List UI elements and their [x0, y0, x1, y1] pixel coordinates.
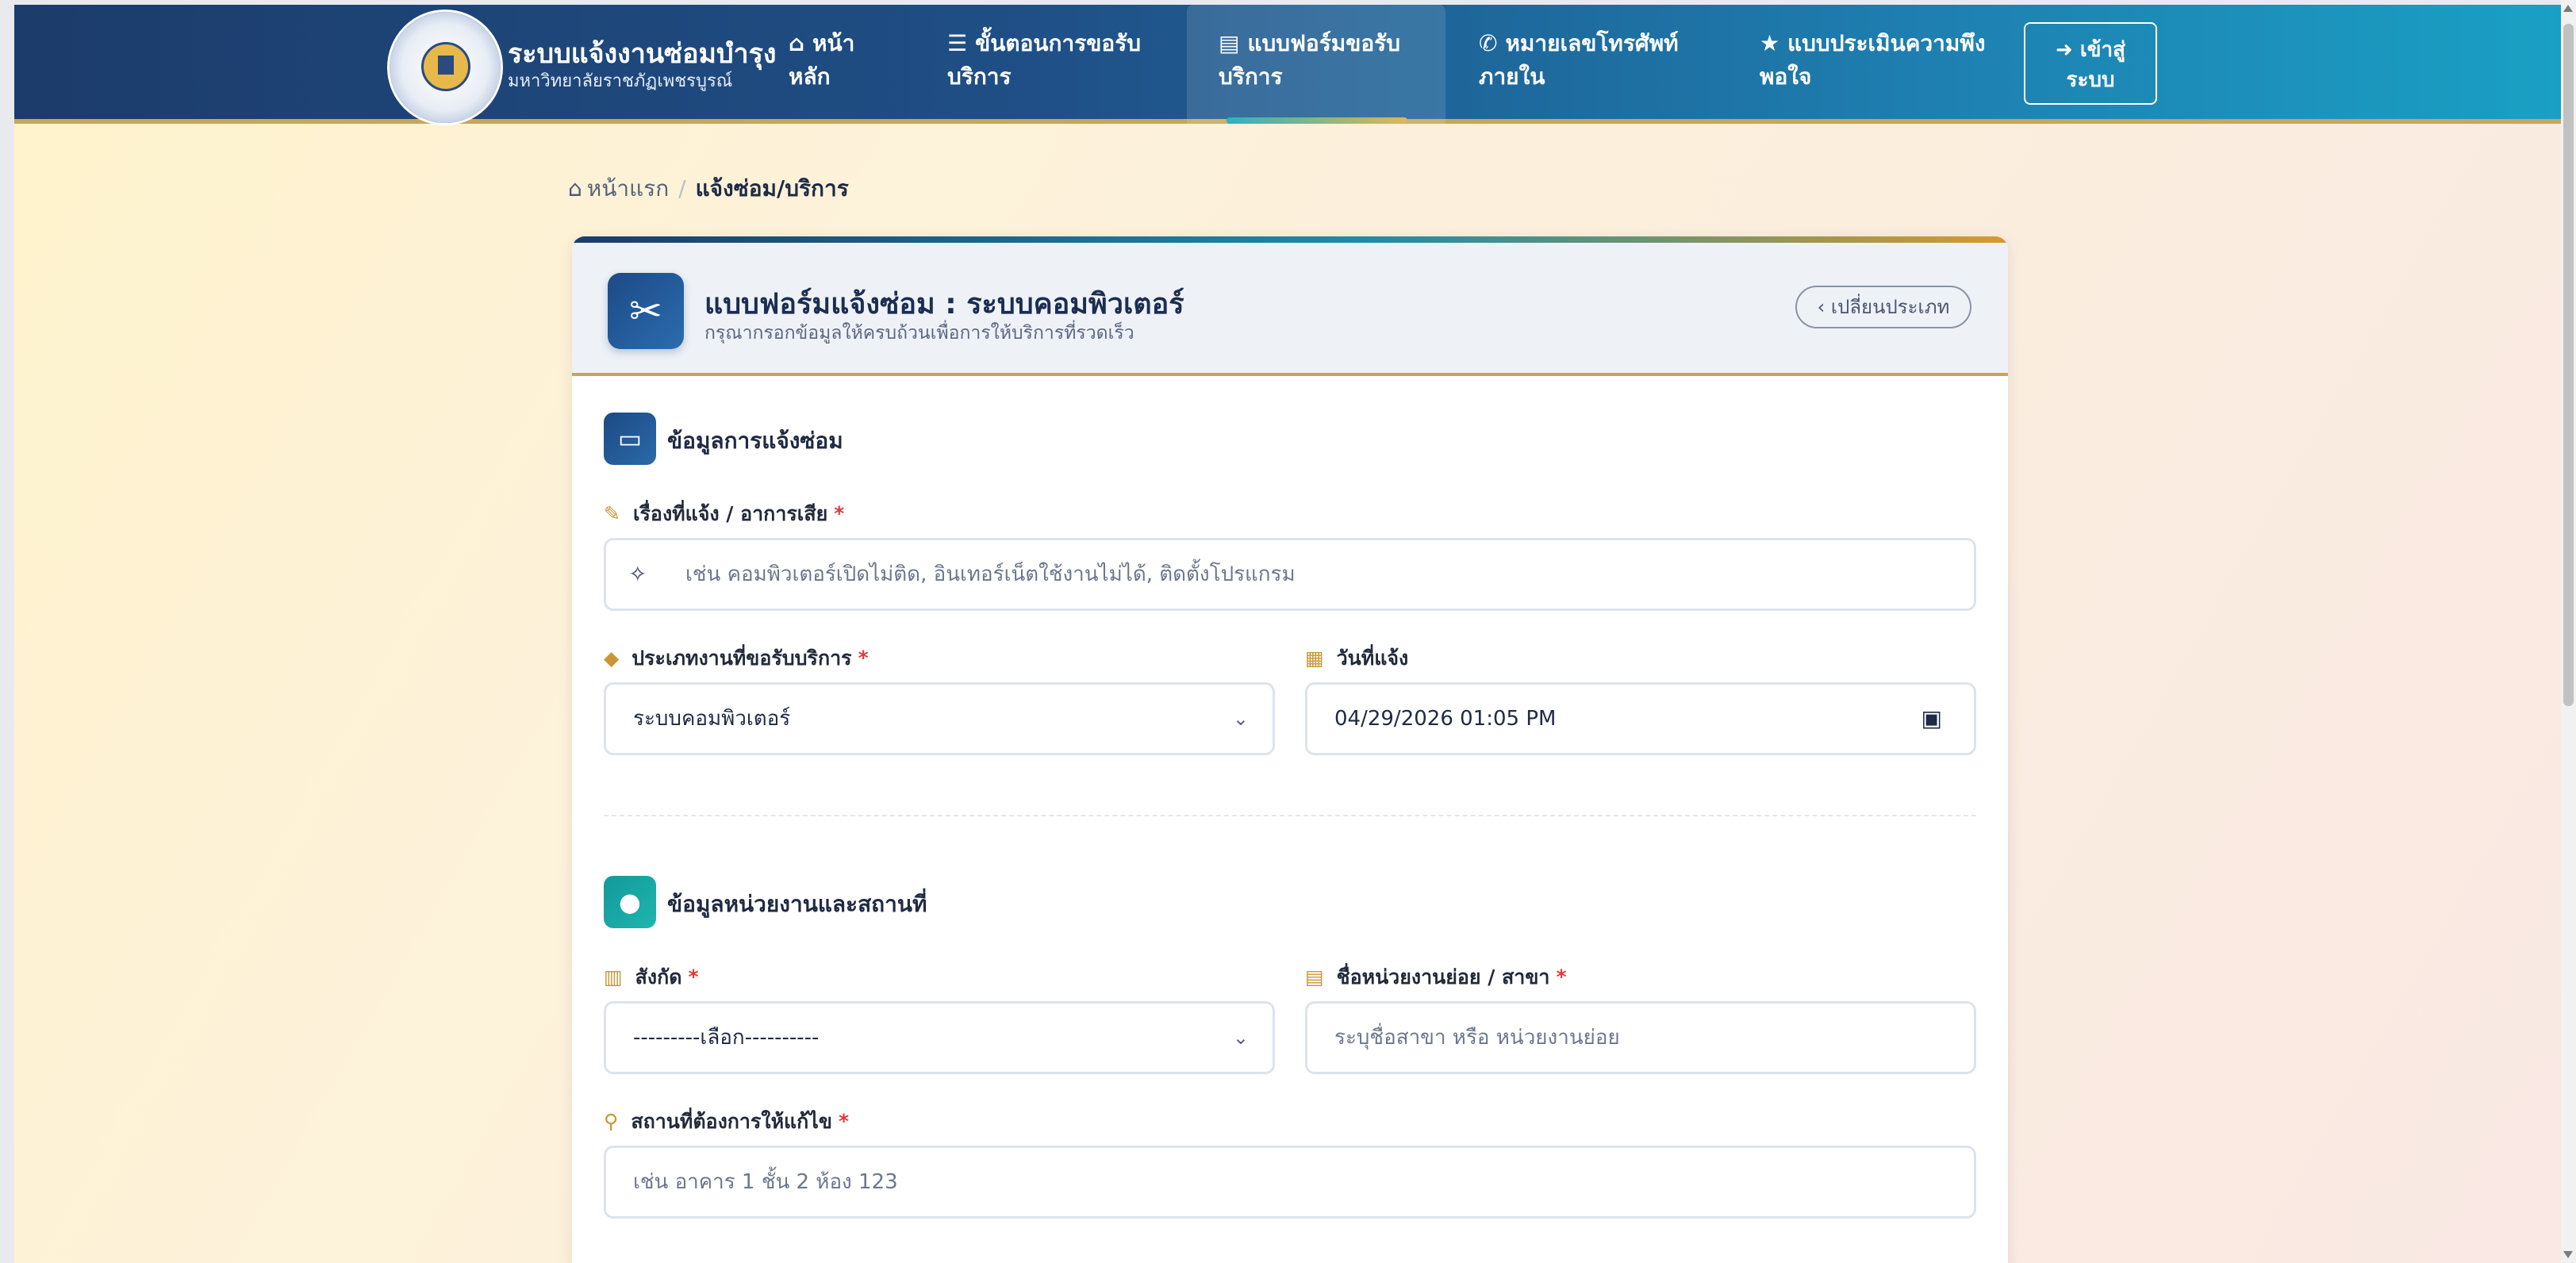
issue-placeholder: เช่น คอมพิวเตอร์เปิดไม่ติด, อินเทอร์เน็ต… — [685, 562, 1296, 586]
nav-item-label: พอใจ — [1760, 63, 1812, 90]
breadcrumb: ⌂ หน้าแรก / แจ้งซ่อม/บริการ — [568, 171, 849, 206]
report-date-label-text: วันที่แจ้ง — [1336, 647, 1409, 670]
service-type-select[interactable]: ระบบคอมพิวเตอร์ ⌄ — [604, 682, 1275, 755]
required-mark: * — [1556, 965, 1567, 989]
nav-active-indicator — [1227, 117, 1407, 124]
login-button[interactable]: ➜ เข้าสู่ ระบบ — [2024, 22, 2157, 105]
location-placeholder: เช่น อาคาร 1 ชั้น 2 ห้อง 123 — [633, 1170, 898, 1194]
service-type-value: ระบบคอมพิวเตอร์ — [633, 707, 791, 731]
scrollbar-thumb[interactable] — [2563, 24, 2574, 706]
university-logo[interactable] — [387, 10, 503, 125]
nav-item-label: ภายใน — [1479, 63, 1545, 90]
brand-subtitle: มหาวิทยาลัยราชภัฏเพชรบูรณ์ — [508, 71, 733, 91]
issue-label: ✎ เรื่องที่แจ้ง / อาการเสีย * — [604, 498, 844, 530]
home-icon: ⌂ — [789, 30, 805, 56]
nav-item-label: ขั้นตอนการขอรับ — [975, 30, 1142, 56]
change-type-button[interactable]: ‹ เปลี่ยนประเภท — [1795, 286, 1971, 328]
calendar-icon: ▦ — [1305, 647, 1324, 670]
nav-item-label: แบบฟอร์มขอรับ — [1247, 30, 1400, 56]
affiliation-label-text: สังกัด — [635, 965, 682, 989]
page-scrollbar[interactable] — [2561, 0, 2576, 1263]
report-date-input[interactable]: 04/29/2026 01:05 PM ▣ — [1305, 682, 1976, 755]
breadcrumb-home-link[interactable]: หน้าแรก — [587, 175, 669, 202]
nav-item-label: หน้า — [812, 30, 855, 56]
issue-input[interactable]: ✧ เช่น คอมพิวเตอร์เปิดไม่ติด, อินเทอร์เน… — [604, 538, 1976, 611]
institution-icon: ▥ — [604, 965, 623, 989]
nav-item-label: บริการ — [947, 63, 1012, 90]
card-accent-bar — [572, 236, 2008, 243]
breadcrumb-separator: / — [678, 175, 686, 202]
chevron-down-icon: ⌄ — [1232, 1027, 1249, 1049]
section-repair-info-title: ข้อมูลการแจ้งซ่อม — [667, 428, 843, 454]
list-check-icon: ☰ — [947, 30, 968, 56]
nav-item-home[interactable]: ⌂ หน้า หลัก — [789, 27, 854, 94]
required-mark: * — [838, 1110, 850, 1133]
affiliation-select[interactable]: ---------เลือก---------- ⌄ — [604, 1001, 1275, 1074]
login-icon: ➜ — [2056, 38, 2073, 62]
chevron-down-icon: ⌄ — [1232, 708, 1249, 730]
monitor-icon: ▭ — [604, 413, 656, 465]
building-icon: ▤ — [1305, 965, 1324, 989]
location-label: ⚲ สถานที่ต้องการให้แก้ไข * — [604, 1106, 849, 1138]
map-pin-icon: ● — [604, 876, 656, 928]
nav-item-label: บริการ — [1219, 63, 1283, 90]
section-divider — [604, 815, 1976, 816]
affiliation-label: ▥ สังกัด * — [604, 962, 699, 993]
home-icon: ⌂ — [568, 175, 582, 202]
service-type-label-text: ประเภทงานที่ขอรับบริการ — [632, 647, 852, 670]
nav-item-service-form[interactable]: ▤ แบบฟอร์มขอรับ บริการ — [1219, 27, 1400, 94]
unit-name-label-text: ชื่อหน่วยงานย่อย / สาขา — [1336, 965, 1550, 989]
change-type-label: เปลี่ยนประเภท — [1830, 296, 1950, 318]
nav-item-label: หลัก — [789, 63, 831, 90]
report-date-label: ▦ วันที่แจ้ง — [1305, 643, 1408, 674]
login-label: ระบบ — [2066, 68, 2115, 92]
required-mark: * — [858, 647, 869, 670]
nav-item-label: หมายเลขโทรศัพท์ — [1505, 30, 1679, 56]
tags-icon: ◆ — [604, 647, 620, 670]
required-mark: * — [834, 502, 845, 525]
wrench-icon: ✧ — [628, 561, 647, 587]
location-input[interactable]: เช่น อาคาร 1 ชั้น 2 ห้อง 123 — [604, 1146, 1976, 1219]
location-label-text: สถานที่ต้องการให้แก้ไข — [631, 1110, 832, 1133]
required-mark: * — [688, 965, 699, 989]
pin-icon: ⚲ — [604, 1110, 619, 1133]
nav-item-steps[interactable]: ☰ ขั้นตอนการขอรับ บริการ — [947, 27, 1141, 94]
report-date-value: 04/29/2026 01:05 PM — [1334, 707, 1557, 731]
file-icon: ▤ — [1219, 30, 1240, 56]
calendar-picker-icon[interactable]: ▣ — [1921, 685, 1942, 753]
unit-name-input[interactable]: ระบุชื่อสาขา หรือ หน่วยงานย่อย — [1305, 1001, 1976, 1074]
nav-item-phone[interactable]: ✆ หมายเลขโทรศัพท์ ภายใน — [1479, 27, 1679, 94]
scroll-down-icon[interactable] — [2563, 1251, 2573, 1258]
nav-item-label: แบบประเมินความพึง — [1787, 30, 1986, 56]
logo-emblem-icon — [421, 42, 470, 91]
form-header: ✂ แบบฟอร์มแจ้งซ่อม : ระบบคอมพิวเตอร์ กรุ… — [572, 243, 2008, 376]
affiliation-value: ---------เลือก---------- — [633, 1026, 820, 1050]
unit-name-label: ▤ ชื่อหน่วยงานย่อย / สาขา * — [1305, 962, 1567, 993]
tools-icon: ✂ — [608, 273, 684, 349]
login-label: เข้าสู่ — [2079, 38, 2125, 62]
nav-item-survey[interactable]: ★ แบบประเมินความพึง พอใจ — [1760, 27, 1985, 94]
chevron-left-icon: ‹ — [1817, 296, 1825, 318]
issue-label-text: เรื่องที่แจ้ง / อาการเสีย — [632, 502, 828, 525]
unit-name-placeholder: ระบุชื่อสาขา หรือ หน่วยงานย่อย — [1334, 1026, 1620, 1050]
star-icon: ★ — [1760, 30, 1780, 56]
section-location-title: ข้อมูลหน่วยงานและสถานที่ — [667, 891, 927, 917]
scroll-up-icon[interactable] — [2563, 5, 2573, 12]
breadcrumb-current: แจ้งซ่อม/บริการ — [695, 175, 849, 202]
service-type-label: ◆ ประเภทงานที่ขอรับบริการ * — [604, 643, 869, 674]
form-subtitle: กรุณากรอกข้อมูลให้ครบถ้วนเพื่อการให้บริก… — [704, 323, 1134, 344]
repair-form-card: ✂ แบบฟอร์มแจ้งซ่อม : ระบบคอมพิวเตอร์ กรุ… — [572, 236, 2008, 1263]
edit-icon: ✎ — [604, 502, 620, 525]
phone-icon: ✆ — [1479, 30, 1498, 56]
